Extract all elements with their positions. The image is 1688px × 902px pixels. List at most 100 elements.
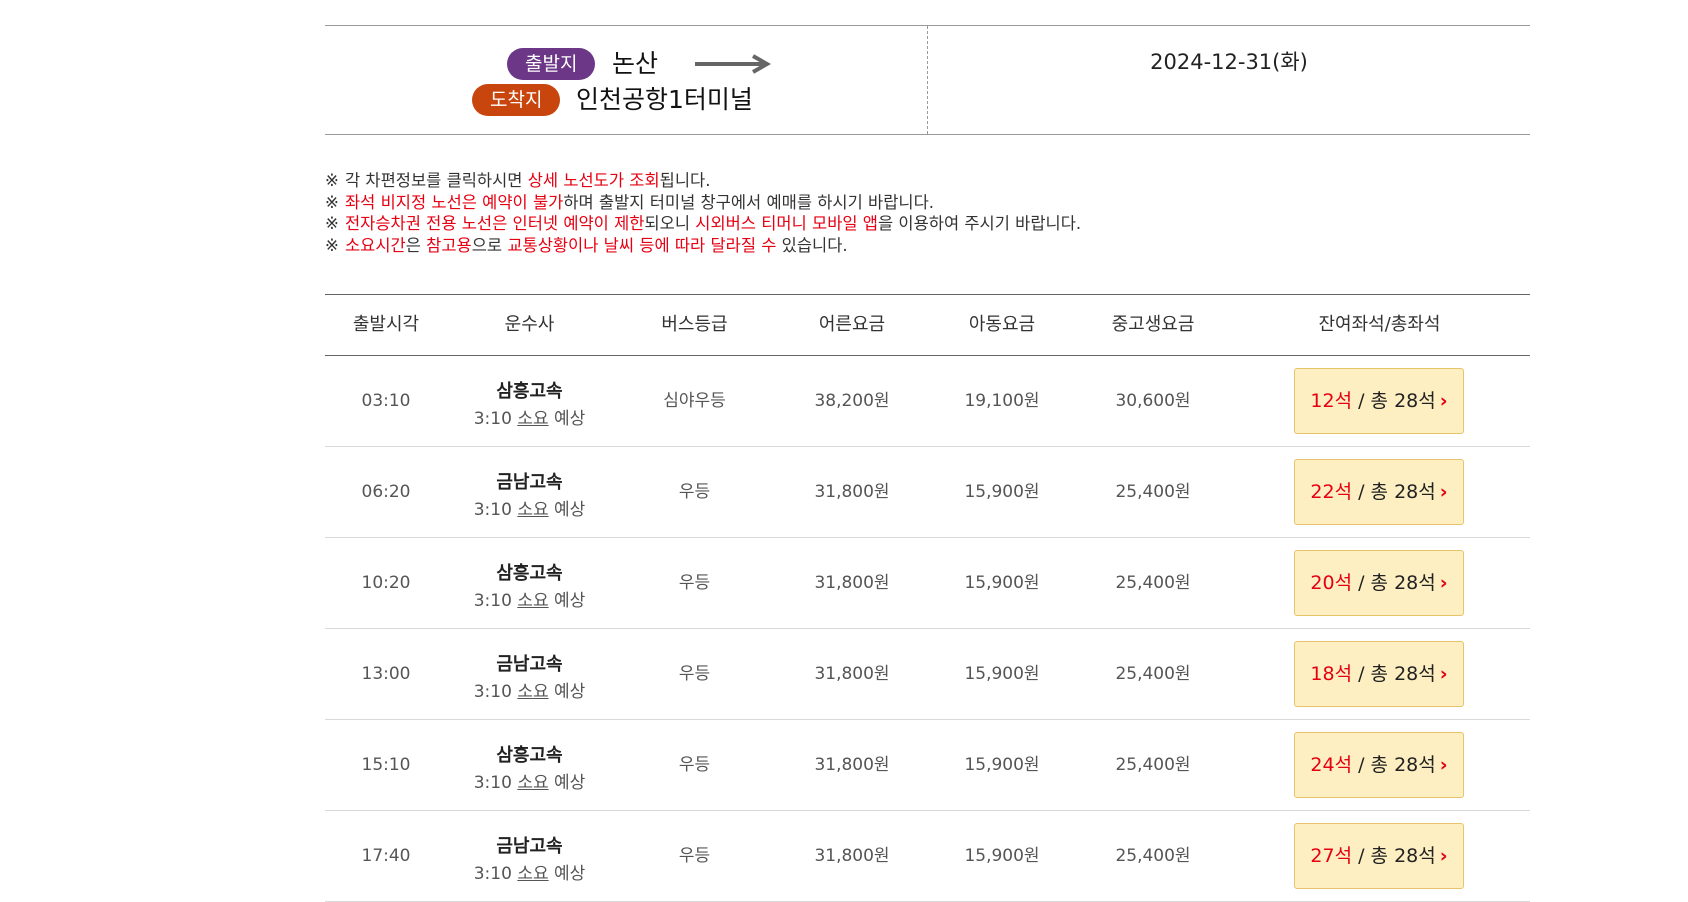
notice-highlight: 전자승차권 전용 노선은 인터넷 예약이 제한: [345, 214, 645, 233]
notice-mark: ※: [325, 214, 339, 233]
notice-text: 으로: [471, 235, 508, 255]
duration-label[interactable]: 소요: [517, 773, 548, 793]
duration-suffix: 예상: [554, 500, 586, 520]
select-seat-button[interactable]: 24석 / 총 28석 ›: [1294, 732, 1464, 798]
chevron-right-icon: ›: [1439, 481, 1448, 503]
table-row[interactable]: 15:10 삼흥고속 3:10 소요 예상 우등 31,800원 15,900원 25,40…: [325, 720, 1530, 811]
table-row[interactable]: 13:00 금남고속 3:10 소요 예상 우등 31,800원 15,900원 25,40…: [325, 629, 1530, 720]
chevron-right-icon: ›: [1439, 572, 1448, 594]
select-seat-button[interactable]: 18석 / 총 28석 ›: [1294, 641, 1464, 707]
notice-highlight: 참고용: [426, 235, 472, 255]
company-cell[interactable]: 삼흥고속 3:10 소요 예상: [447, 538, 612, 628]
company-name: 금남고속: [496, 654, 563, 675]
company-cell[interactable]: 금남고속 3:10 소요 예상: [447, 447, 612, 537]
duration-label[interactable]: 소요: [517, 591, 548, 611]
duration-estimate: 3:10 소요 예상: [447, 586, 612, 611]
total-seats: / 총 28석: [1352, 481, 1436, 503]
notice-highlight: 소요시간: [345, 235, 406, 255]
notice-highlight: 좌석 비지정 노선은 예약이 불가: [345, 192, 564, 212]
bus-grade: 우등: [678, 846, 711, 866]
duration-label[interactable]: 소요: [517, 682, 548, 702]
duration-estimate: 3:10 소요 예상: [447, 495, 612, 520]
company-cell[interactable]: 금남고속 3:10 소요 예상: [447, 629, 612, 719]
company-cell[interactable]: 삼흥고속 3:10 소요 예상: [447, 720, 612, 810]
notice-text: 은: [405, 235, 427, 255]
notice-line: ※ 각 차편정보를 클릭하시면 상세 노선도가 조회됩니다.: [325, 170, 1530, 192]
total-seats: / 총 28석: [1352, 663, 1436, 685]
remaining-seats: 24석: [1310, 754, 1353, 776]
notice-line: ※ 좌석 비지정 노선은 예약이 불가하며 출발지 터미널 창구에서 예매를 하시…: [325, 192, 1530, 214]
chevron-right-icon: ›: [1439, 845, 1448, 867]
header-seats: 잔여좌석/총좌석: [1318, 314, 1441, 335]
student-fare: 25,400원: [1115, 755, 1191, 775]
notice-text: 되오니: [644, 214, 696, 233]
total-seats: / 총 28석: [1352, 754, 1436, 776]
remaining-seats: 20석: [1310, 572, 1353, 594]
route-summary: 출발지 논산 도착지 인천공항1터미널 2024-12-31(화): [325, 25, 1530, 135]
select-seat-button[interactable]: 22석 / 총 28석 ›: [1294, 459, 1464, 525]
departure-badge: 출발지: [507, 48, 596, 80]
remaining-seats: 18석: [1310, 663, 1353, 685]
page-wrapper: 출발지 논산 도착지 인천공항1터미널 2024-12-31(화) ※ 각 차편정…: [325, 0, 1530, 902]
duration-label[interactable]: 소요: [517, 864, 548, 884]
select-seat-button[interactable]: 20석 / 총 28석 ›: [1294, 550, 1464, 616]
duration-estimate: 3:10 소요 예상: [447, 677, 612, 702]
route-date-panel: 2024-12-31(화): [928, 26, 1530, 134]
table-row[interactable]: 06:20 금남고속 3:10 소요 예상 우등 31,800원 15,900원 25,40…: [325, 447, 1530, 538]
table-row[interactable]: 10:20 삼흥고속 3:10 소요 예상 우등 31,800원 15,900원 25,40…: [325, 538, 1530, 629]
total-seats: / 총 28석: [1352, 390, 1436, 412]
adult-fare: 31,800원: [814, 846, 890, 866]
duration-suffix: 예상: [554, 409, 586, 429]
child-fare: 15,900원: [964, 573, 1040, 593]
duration-estimate: 3:10 소요 예상: [447, 859, 612, 884]
header-student-fare: 중고생요금: [1111, 314, 1195, 335]
bus-grade: 우등: [678, 482, 711, 502]
header-company: 운수사: [504, 314, 555, 335]
notice-highlight: 교통상황이나 날씨 등에 따라 달라질 수: [507, 235, 777, 255]
company-cell[interactable]: 금남고속 3:10 소요 예상: [447, 811, 612, 901]
departure-time: 06:20: [361, 482, 411, 502]
adult-fare: 38,200원: [814, 391, 890, 411]
duration-value: 3:10: [473, 591, 512, 611]
duration-label[interactable]: 소요: [517, 500, 548, 520]
departure-time: 17:40: [361, 846, 411, 866]
chevron-right-icon: ›: [1439, 390, 1448, 412]
departure-date: 2024-12-31(화): [1150, 50, 1308, 74]
notice-text: 있습니다.: [776, 235, 848, 255]
company-name: 삼흥고속: [496, 745, 563, 766]
schedule-table: 출발시각 운수사 버스등급 어른요금 아동요금 중고생요금 잔여좌석/총좌석 0…: [325, 294, 1530, 902]
total-seats: / 총 28석: [1352, 845, 1436, 867]
total-seats: / 총 28석: [1352, 572, 1436, 594]
departure-time: 13:00: [361, 664, 411, 684]
duration-label[interactable]: 소요: [517, 409, 548, 429]
header-departure-time: 출발시각: [352, 314, 420, 335]
child-fare: 15,900원: [964, 846, 1040, 866]
table-row[interactable]: 17:40 금남고속 3:10 소요 예상 우등 31,800원 15,900원 25,40…: [325, 811, 1530, 902]
select-seat-button[interactable]: 27석 / 총 28석 ›: [1294, 823, 1464, 889]
notice-mark: ※: [325, 171, 339, 190]
duration-value: 3:10: [473, 773, 512, 793]
duration-estimate: 3:10 소요 예상: [447, 768, 612, 793]
child-fare: 15,900원: [964, 664, 1040, 684]
header-bus-grade: 버스등급: [661, 314, 728, 335]
duration-suffix: 예상: [554, 591, 586, 611]
arrival-place: 인천공항1터미널: [576, 85, 753, 114]
student-fare: 30,600원: [1115, 391, 1191, 411]
student-fare: 25,400원: [1115, 846, 1191, 866]
company-name: 금남고속: [496, 472, 563, 493]
student-fare: 25,400원: [1115, 482, 1191, 502]
notice-line: ※ 전자승차권 전용 노선은 인터넷 예약이 제한되오니 시외버스 티머니 모바일…: [325, 213, 1530, 235]
select-seat-button[interactable]: 12석 / 총 28석 ›: [1294, 368, 1464, 434]
notice-text: 됩니다.: [659, 171, 711, 190]
adult-fare: 31,800원: [814, 573, 890, 593]
duration-value: 3:10: [473, 682, 512, 702]
adult-fare: 31,800원: [814, 482, 890, 502]
table-row[interactable]: 03:10 삼흥고속 3:10 소요 예상 심야우등 38,200원 19,100원 30,…: [325, 356, 1530, 447]
route-places: 출발지 논산 도착지 인천공항1터미널: [325, 26, 928, 134]
bus-grade: 심야우등: [663, 391, 726, 411]
company-cell[interactable]: 삼흥고속 3:10 소요 예상: [447, 356, 612, 446]
notice-highlight: 시외버스 티머니 모바일 앱: [695, 214, 878, 233]
arrival-badge: 도착지: [472, 84, 561, 116]
company-name: 삼흥고속: [496, 563, 563, 584]
duration-value: 3:10: [473, 864, 512, 884]
